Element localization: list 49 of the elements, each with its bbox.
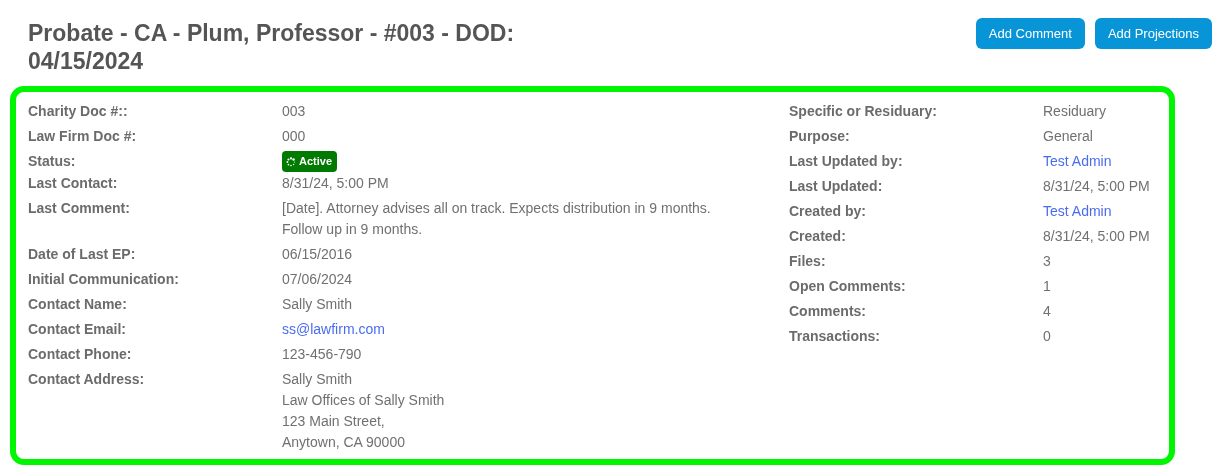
field-label: Open Comments: (789, 277, 907, 296)
address-line: Anytown, CA 90000 (282, 432, 406, 452)
field-value: 06/15/2016 (282, 244, 353, 264)
status-badge: Active (282, 151, 338, 172)
field-label: Initial Communication: (28, 269, 180, 289)
field-label: Status: (28, 152, 77, 171)
field-link[interactable]: Test Admin (1043, 201, 1112, 222)
field-label: Last Updated: (789, 177, 884, 196)
field-label: Comments: (789, 302, 867, 321)
field-value: 003 (282, 102, 306, 121)
field-value: [Date]. Attorney advises all on track. Expects distribution in 9 months. Follow up in 9 months. (282, 198, 712, 239)
field-value: 000 (282, 127, 306, 146)
field-label: Charity Doc #:: (28, 102, 129, 121)
spinner-icon (286, 156, 296, 167)
field-value: General (1043, 127, 1093, 146)
field-label: Last Updated by: (789, 152, 904, 171)
field-label: Transactions: (789, 327, 882, 346)
field-value: 4 (1043, 302, 1051, 321)
field-label: Purpose: (789, 127, 851, 146)
field-label: Last Comment: (28, 198, 131, 218)
action-button[interactable]: Add Comment (975, 18, 1085, 49)
action-button[interactable]: Add Projections (1094, 18, 1212, 49)
field-label: Law Firm Doc #: (28, 127, 138, 146)
field-value: 1 (1043, 277, 1051, 296)
field-label: Specific or Residuary: (789, 102, 938, 121)
field-label: Date of Last EP: (28, 244, 137, 264)
field-value: 123-456-790 (282, 344, 362, 364)
field-value: Sally Smith (282, 294, 353, 314)
field-value: 0 (1043, 327, 1051, 346)
address-line: Law Offices of Sally Smith (282, 390, 445, 410)
field-label: Created: (789, 227, 847, 246)
field-label: Contact Phone: (28, 344, 133, 364)
field-link[interactable]: ss@lawfirm.com (282, 318, 385, 340)
field-label: Created by: (789, 202, 868, 221)
field-value: 3 (1043, 252, 1051, 271)
field-label: Contact Email: (28, 319, 127, 339)
field-label: Contact Name: (28, 294, 128, 314)
field-value: 8/31/24, 5:00 PM (282, 173, 389, 193)
page-title: Probate - CA - Plum, Professor - #003 - DOD: 04/15/2024 (28, 19, 516, 75)
field-label: Contact Address: (28, 369, 146, 389)
address-line: 123 Main Street, (282, 411, 386, 431)
field-label: Last Contact: (28, 173, 119, 193)
field-value: 8/31/24, 5:00 PM (1043, 177, 1150, 196)
field-value: 07/06/2024 (282, 269, 353, 289)
field-label: Files: (789, 252, 827, 271)
field-value: Residuary (1043, 102, 1107, 121)
address-line: Sally Smith (282, 369, 354, 389)
field-link[interactable]: Test Admin (1043, 151, 1112, 172)
field-value: 8/31/24, 5:00 PM (1043, 227, 1150, 246)
